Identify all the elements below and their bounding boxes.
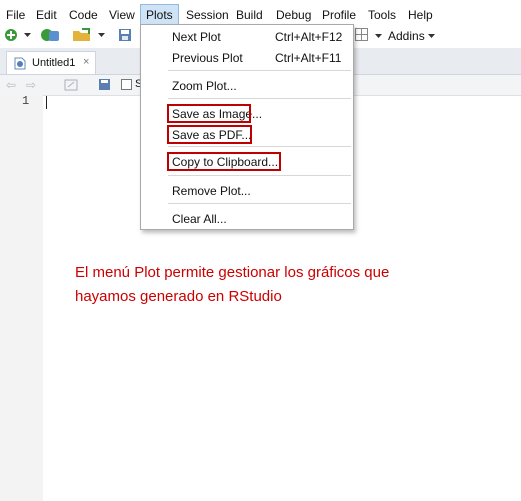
menu-build[interactable]: Build [236,8,263,22]
menu-help[interactable]: Help [408,8,433,22]
grid-icon[interactable] [355,28,368,41]
menu-separator [168,146,351,147]
source-on-save-checkbox[interactable] [121,79,132,90]
menu-item-clear-all[interactable]: Clear All... [172,212,227,226]
menu-separator [168,175,351,176]
open-folder-icon[interactable] [72,28,94,42]
line-number-gutter [0,95,43,501]
menu-item-previous-plot[interactable]: Previous Plot [172,51,243,65]
menu-tools[interactable]: Tools [368,8,396,22]
save-icon[interactable] [118,28,132,42]
chevron-down-icon[interactable] [428,34,435,39]
save-icon[interactable] [98,78,111,91]
menu-debug[interactable]: Debug [276,8,311,22]
menu-session[interactable]: Session [186,8,229,22]
dropdown-arrow-icon[interactable] [98,33,105,38]
line-number: 1 [22,94,30,108]
show-in-window-icon[interactable] [64,79,78,91]
close-icon[interactable]: × [83,56,89,68]
menu-view[interactable]: View [109,8,135,22]
annotation-note: El menú Plot permite gestionar los gráfi… [75,261,455,309]
highlight-copy-to-clipboard [167,152,281,171]
dropdown-arrow-icon[interactable] [375,34,382,39]
shortcut-next-plot: Ctrl+Alt+F12 [275,30,343,44]
menu-separator [168,70,351,71]
tab-untitled1[interactable]: Untitled1 × [6,51,96,74]
addins-button[interactable]: Addins [388,29,425,43]
r-script-icon [14,57,26,70]
dropdown-arrow-icon[interactable] [24,33,31,38]
forward-arrow-icon[interactable]: ⇨ [26,78,36,92]
menu-item-zoom-plot[interactable]: Zoom Plot... [172,79,237,93]
annotation-line-2: hayamos generado en RStudio [75,288,282,305]
highlight-save-as-image [167,104,251,123]
menu-edit[interactable]: Edit [36,8,57,22]
annotation-line-1: El menú Plot permite gestionar los gráfi… [75,264,390,281]
menu-item-remove-plot[interactable]: Remove Plot... [172,184,251,198]
new-file-icon[interactable] [4,28,18,42]
new-project-icon[interactable] [40,27,60,43]
back-arrow-icon[interactable]: ⇦ [6,78,16,92]
menu-plots[interactable]: Plots [140,4,179,25]
shortcut-previous-plot: Ctrl+Alt+F11 [275,51,342,65]
menu-separator [168,203,351,204]
menu-code[interactable]: Code [69,8,98,22]
menu-profile[interactable]: Profile [322,8,356,22]
menu-separator [168,98,351,99]
menu-item-next-plot[interactable]: Next Plot [172,30,221,44]
menu-file[interactable]: File [6,8,25,22]
tab-label: Untitled1 [32,57,76,69]
highlight-save-as-pdf [167,125,252,144]
